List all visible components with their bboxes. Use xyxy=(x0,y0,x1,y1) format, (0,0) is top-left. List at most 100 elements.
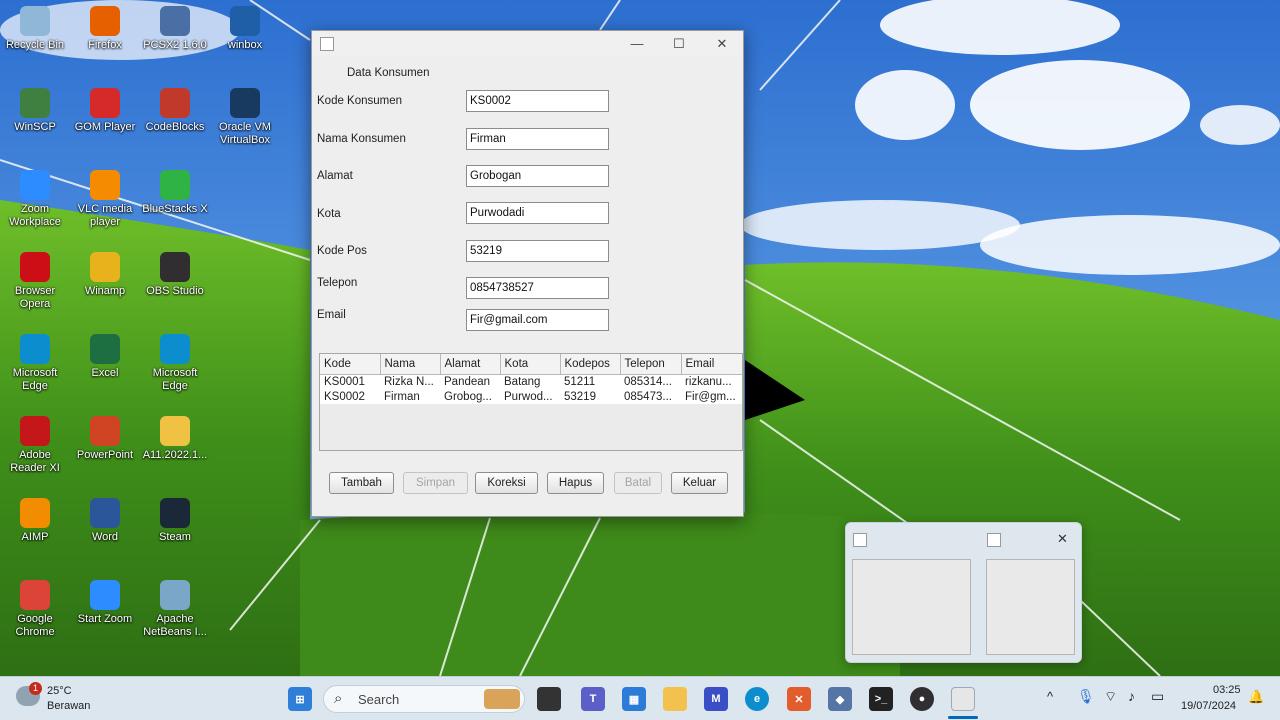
weather-temp[interactable]: 25°C xyxy=(47,685,72,697)
nama-konsumen-field[interactable]: Firman xyxy=(466,128,609,150)
desktop-icon[interactable]: Zoom Workplace xyxy=(0,170,70,229)
desktop-icon-label: Winamp xyxy=(84,285,126,297)
hapus-button[interactable]: Hapus xyxy=(547,472,604,494)
notification-bell-icon[interactable]: 🔔 xyxy=(1248,689,1264,705)
desktop-icon[interactable]: BlueStacks X xyxy=(140,170,210,216)
preview-thumbnail-1[interactable] xyxy=(852,559,971,655)
folder-icon xyxy=(160,416,190,446)
wifi-icon[interactable]: ⌔ xyxy=(1104,688,1117,706)
battery-icon[interactable]: ▭ xyxy=(1151,688,1164,705)
desktop-icon[interactable]: CodeBlocks xyxy=(140,88,210,134)
vlc-icon xyxy=(90,170,120,200)
kode-konsumen-field[interactable]: KS0002 xyxy=(466,90,609,112)
desktop-icon[interactable]: GOM Player xyxy=(70,88,140,134)
aimp-icon xyxy=(20,498,50,528)
desktop-icon[interactable]: Recycle Bin xyxy=(0,6,70,52)
desktop-icon[interactable]: Word xyxy=(70,498,140,544)
desktop-icon[interactable]: Browser Opera xyxy=(0,252,70,311)
desktop-icon[interactable]: AIMP xyxy=(0,498,70,544)
email-field[interactable]: Fir@gmail.com xyxy=(466,309,609,331)
desktop-icon[interactable]: Winamp xyxy=(70,252,140,298)
table-row[interactable]: KS0001 Rizka N... Pandean Batang 51211 0… xyxy=(320,374,742,389)
clock-date[interactable]: 19/07/2024 xyxy=(1181,700,1236,712)
steam-icon xyxy=(160,498,190,528)
word-icon xyxy=(90,498,120,528)
java-app-icon xyxy=(853,533,867,547)
window-titlebar[interactable]: — ☐ ✕ xyxy=(312,31,743,57)
terminal-icon[interactable]: >_ xyxy=(869,687,893,711)
kota-field[interactable]: Purwodadi xyxy=(466,202,609,224)
desktop-icon[interactable]: Adobe Reader XI xyxy=(0,416,70,475)
volume-icon[interactable]: ♪ xyxy=(1128,688,1135,704)
search-box[interactable]: ⌕ Search xyxy=(323,685,525,713)
batal-button[interactable]: Batal xyxy=(614,472,662,494)
task-view-icon[interactable] xyxy=(537,687,561,711)
desktop-icon-label: Microsoft Edge xyxy=(12,367,58,392)
koreksi-button[interactable]: Koreksi xyxy=(475,472,538,494)
java-icon[interactable] xyxy=(951,687,975,711)
microphone-icon[interactable]: 🎙 xyxy=(1077,688,1095,705)
maximize-button[interactable]: ☐ xyxy=(666,35,692,53)
desktop-icon[interactable]: winbox xyxy=(210,6,280,52)
column-header-email[interactable]: Email xyxy=(681,354,742,375)
keluar-button[interactable]: Keluar xyxy=(671,472,728,494)
store-icon[interactable]: ▦ xyxy=(622,687,646,711)
telepon-field[interactable]: 0854738527 xyxy=(466,277,609,299)
desktop-icon[interactable]: VLC media player xyxy=(70,170,140,229)
desktop-icon[interactable]: Google Chrome xyxy=(0,580,70,639)
desktop-icon[interactable]: Microsoft Edge xyxy=(140,334,210,393)
obs-icon[interactable]: ● xyxy=(910,687,934,711)
data-konsumen-window[interactable]: — ☐ ✕ Data Konsumen Kode Konsumen KS0002… xyxy=(311,30,744,517)
preview-thumbnail-2[interactable] xyxy=(986,559,1075,655)
table-row[interactable]: KS0002 Firman Grobog... Purwod... 53219 … xyxy=(320,389,742,404)
column-header-alamat[interactable]: Alamat xyxy=(440,354,501,375)
chrome-icon xyxy=(20,580,50,610)
file-explorer-icon[interactable] xyxy=(663,687,687,711)
winamp-icon xyxy=(90,252,120,282)
close-button[interactable]: ✕ xyxy=(709,35,735,53)
java-app-icon xyxy=(987,533,1001,547)
teams-icon[interactable]: T xyxy=(581,687,605,711)
desktop-icon[interactable]: Start Zoom xyxy=(70,580,140,626)
column-header-kota[interactable]: Kota xyxy=(500,354,561,375)
konsumen-table[interactable]: Kode Nama Alamat Kota Kodepos Telepon Em… xyxy=(319,353,743,451)
simpan-button[interactable]: Simpan xyxy=(403,472,468,494)
taskbar: 1 25°C Berawan ⊞ ⌕ Search T ▦ M e ✕ ◆ >_… xyxy=(0,676,1280,720)
desktop-icon[interactable]: Excel xyxy=(70,334,140,380)
form-title: Data Konsumen xyxy=(347,67,430,79)
column-header-nama[interactable]: Nama xyxy=(380,354,441,375)
tambah-button[interactable]: Tambah xyxy=(329,472,394,494)
desktop-icon[interactable]: Oracle VM VirtualBox xyxy=(210,88,280,147)
desktop-icon[interactable]: OBS Studio xyxy=(140,252,210,298)
desktop-icon-label: PCSX2 1.6.0 xyxy=(143,39,207,51)
virtualbox-icon[interactable]: ◆ xyxy=(828,687,852,711)
column-header-telepon[interactable]: Telepon xyxy=(620,354,682,375)
desktop-icon[interactable]: PCSX2 1.6.0 xyxy=(140,6,210,52)
alamat-field[interactable]: Grobogan xyxy=(466,165,609,187)
column-header-kode[interactable]: Kode xyxy=(320,354,381,375)
desktop-icon[interactable]: WinSCP xyxy=(0,88,70,134)
column-header-kodepos[interactable]: Kodepos xyxy=(560,354,621,375)
kode-pos-label: Kode Pos xyxy=(317,245,367,257)
desktop-icon[interactable]: Steam xyxy=(140,498,210,544)
table-cell: KS0001 xyxy=(320,374,380,389)
clock-time[interactable]: 03:25 xyxy=(1213,684,1241,696)
visual-studio-icon[interactable]: M xyxy=(704,687,728,711)
preview-close-button[interactable]: ✕ xyxy=(1057,531,1068,547)
taskbar-preview[interactable]: ✕ xyxy=(845,522,1082,663)
desktop-icon[interactable]: PowerPoint xyxy=(70,416,140,462)
zoom-icon xyxy=(20,170,50,200)
weather-desc[interactable]: Berawan xyxy=(47,700,90,712)
table-cell: 53219 xyxy=(560,389,620,404)
desktop-icon[interactable]: Firefox xyxy=(70,6,140,52)
desktop-icon[interactable]: Apache NetBeans I... xyxy=(140,580,210,639)
desktop-icon[interactable]: A11.2022.1... xyxy=(140,416,210,462)
xampp-icon[interactable]: ✕ xyxy=(787,687,811,711)
desktop-icon-label: Recycle Bin xyxy=(5,39,65,51)
chevron-up-icon[interactable]: ^ xyxy=(1047,689,1053,704)
edge-icon[interactable]: e xyxy=(745,687,769,711)
kode-pos-field[interactable]: 53219 xyxy=(466,240,609,262)
minimize-button[interactable]: — xyxy=(624,35,650,53)
start-icon[interactable]: ⊞ xyxy=(288,687,312,711)
desktop-icon[interactable]: Microsoft Edge xyxy=(0,334,70,393)
